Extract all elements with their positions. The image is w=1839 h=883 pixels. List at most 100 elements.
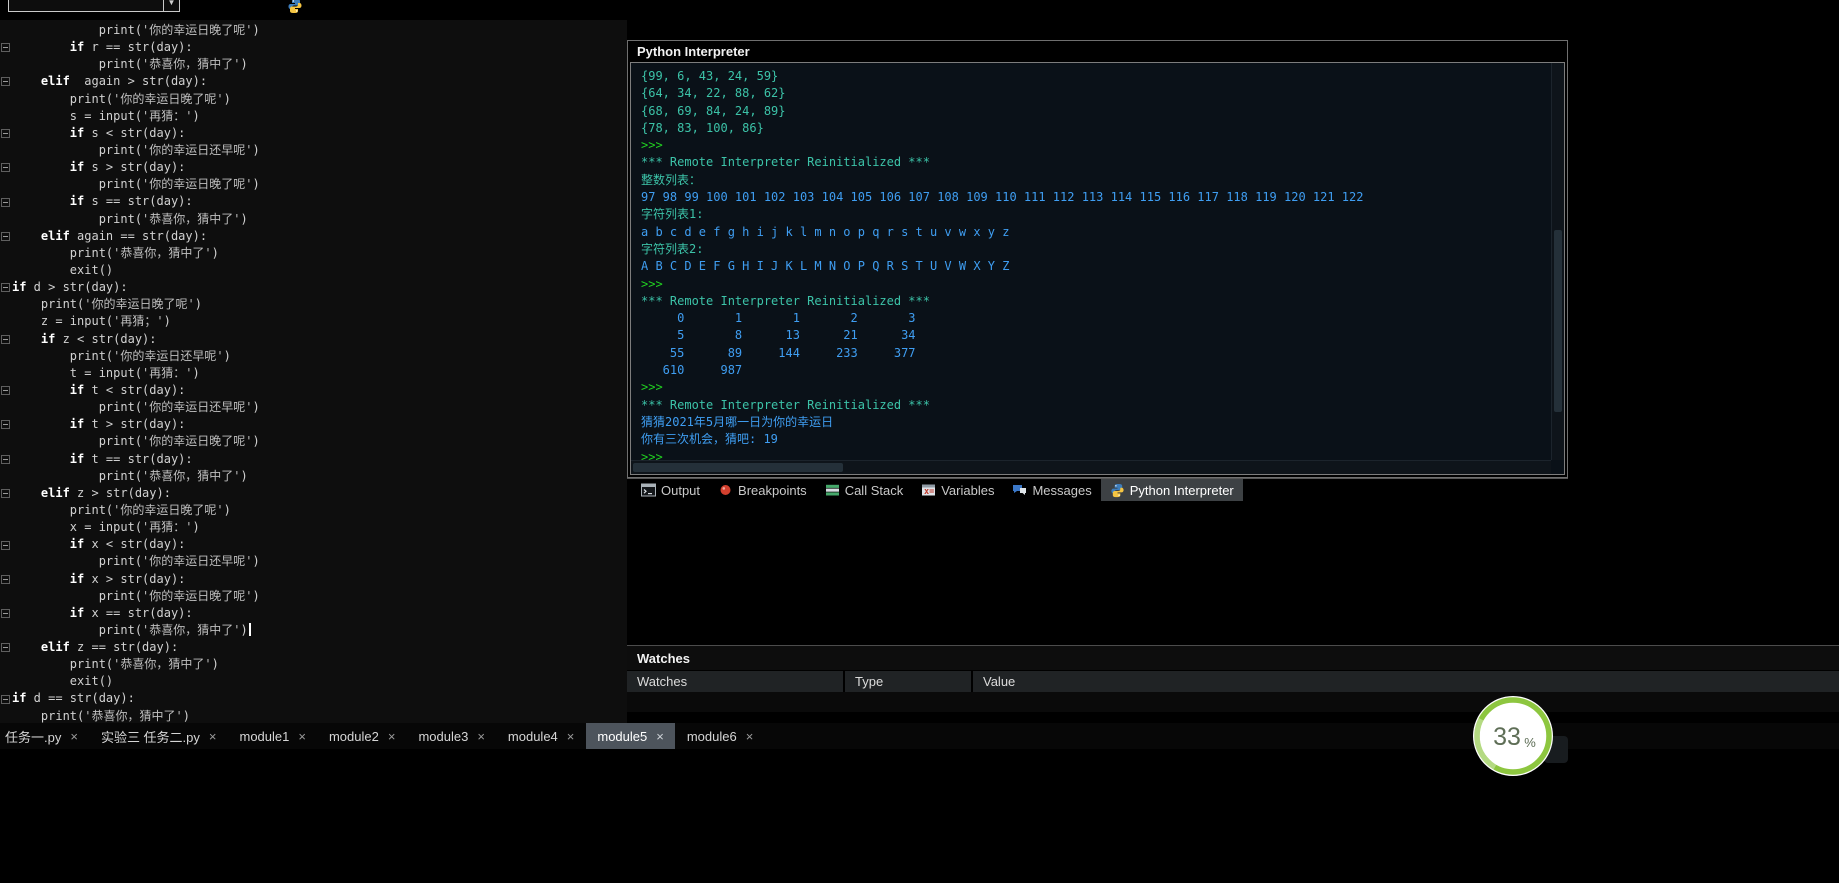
code-line: if r == str(day): <box>69 40 193 55</box>
code-line: if d > str(day): <box>12 280 128 295</box>
file-tab-label: module2 <box>328 728 379 744</box>
close-icon[interactable]: × <box>656 730 664 743</box>
code-line: print('恭喜你，猜中了') <box>12 622 260 639</box>
watches-header-row: Watches Type Value <box>627 671 1839 692</box>
file-tab-module3[interactable]: module3 × <box>407 723 495 749</box>
interpreter-output[interactable]: {99, 6, 43, 24, 59} {64, 34, 22, 88, 62} {… <box>630 62 1565 475</box>
python-interpreter-panel: Python Interpreter {99, 6, 43, 24, 59} {6… <box>627 40 1568 478</box>
code-line: if x < str(day): <box>69 537 186 552</box>
fold-marker[interactable] <box>1 540 10 550</box>
file-tab-module4[interactable]: module4 × <box>497 723 585 749</box>
badge-unit: % <box>1524 735 1536 750</box>
file-tab-py[interactable]: 实验三 任务二.py × <box>90 723 228 749</box>
interpreter-line: *** Remote Interpreter Reinitialized *** <box>641 155 930 170</box>
fold-marker[interactable] <box>1 609 10 619</box>
code-line: print('恭喜你，猜中了') <box>12 708 190 723</box>
code-line: if z < str(day): <box>40 331 157 346</box>
panel-tab-label: Variables <box>941 482 995 498</box>
fold-marker[interactable] <box>1 420 10 430</box>
fold-marker[interactable] <box>1 386 10 396</box>
close-icon[interactable]: × <box>209 730 217 743</box>
code-line: print('你的幸运日晚了呢') <box>12 502 231 517</box>
fold-marker[interactable] <box>1 231 10 241</box>
interpreter-line: 5 8 13 21 34 <box>641 328 916 343</box>
panel-tab-label: Call Stack <box>844 482 904 498</box>
close-icon[interactable]: × <box>567 730 575 743</box>
code-editor[interactable]: print('你的幸运日晚了呢') if r == str(day): prin… <box>0 20 627 723</box>
interpreter-line: A B C D E F G H I J K L M N O P Q R S T … <box>641 259 1010 274</box>
interpreter-line: 猜猜2021年5月哪一日为你的幸运日 <box>641 414 834 429</box>
fold-marker[interactable] <box>1 454 10 464</box>
interpreter-line: {99, 6, 43, 24, 59} <box>641 69 779 83</box>
fold-marker[interactable] <box>1 77 10 87</box>
fold-marker[interactable] <box>1 197 10 207</box>
code-line: elif z == str(day): <box>40 640 179 655</box>
code-line: if s < str(day): <box>69 125 186 140</box>
file-tab-label: 实验三 任务二.py <box>100 729 200 745</box>
fold-marker[interactable] <box>1 283 10 293</box>
fold-marker[interactable] <box>1 643 10 653</box>
code-line: print('恭喜你，猜中了') <box>12 657 219 672</box>
watches-col-value[interactable]: Value <box>973 671 1839 692</box>
fold-gutter <box>0 20 12 723</box>
breakpoint-icon <box>718 483 733 497</box>
fold-marker[interactable] <box>1 694 10 704</box>
close-icon[interactable]: × <box>746 730 754 743</box>
interpreter-line: {64, 34, 22, 88, 62} <box>641 86 786 101</box>
interpreter-line: >>> <box>641 138 670 153</box>
code-line: elif again == str(day): <box>40 228 208 243</box>
file-tab-label: module4 <box>507 728 558 744</box>
file-tab-label: module3 <box>418 728 469 744</box>
file-tab-label: module5 <box>597 728 648 744</box>
fold-marker[interactable] <box>1 574 10 584</box>
fold-marker[interactable] <box>1 334 10 344</box>
fold-marker[interactable] <box>1 489 10 499</box>
panel-tab-variables[interactable]: x= Variables <box>912 479 1003 501</box>
code-line: exit() <box>12 674 114 689</box>
file-tab-module6[interactable]: module6 × <box>676 723 764 749</box>
interpreter-line: 610 987 <box>641 363 743 378</box>
panel-tab-messages[interactable]: Messages <box>1003 479 1100 501</box>
code-line: print('你的幸运日还早呢') <box>12 142 260 157</box>
interpreter-lines: {99, 6, 43, 24, 59} {64, 34, 22, 88, 62} {… <box>641 68 1363 466</box>
interpreter-line: 你有三次机会，猜吧: 19 <box>641 432 778 447</box>
watches-panel-title: Watches <box>627 646 1839 670</box>
code-line: if s > str(day): <box>69 160 186 175</box>
toolbar-dropdown[interactable]: ▼ <box>8 0 180 12</box>
file-tab-module5[interactable]: module5 × <box>586 723 675 749</box>
vertical-scrollbar[interactable] <box>1551 63 1564 460</box>
code-line: z = input('再猜；') <box>12 314 171 329</box>
code-line: print('你的幸运日晚了呢') <box>12 177 260 192</box>
interpreter-line: >>> <box>641 380 670 395</box>
horizontal-scrollbar-thumb[interactable] <box>633 463 843 472</box>
panel-tab-call-stack[interactable]: Call Stack <box>816 479 913 501</box>
file-tab-module2[interactable]: module2 × <box>318 723 406 749</box>
interpreter-line: *** Remote Interpreter Reinitialized *** <box>641 397 930 412</box>
panel-tab-label: Python Interpreter <box>1129 482 1234 498</box>
file-tab-label: module6 <box>686 728 737 744</box>
watches-empty-row[interactable] <box>627 692 1839 712</box>
close-icon[interactable]: × <box>70 730 78 743</box>
file-tab-py[interactable]: 任务一.py × <box>0 723 89 749</box>
close-icon[interactable]: × <box>477 730 485 743</box>
code-line: elif again > str(day): <box>40 74 208 89</box>
vertical-scrollbar-thumb[interactable] <box>1554 229 1562 413</box>
fold-marker[interactable] <box>1 128 10 138</box>
panel-tab-python-interpreter[interactable]: Python Interpreter <box>1100 479 1243 501</box>
fold-marker[interactable] <box>1 43 10 53</box>
close-icon[interactable]: × <box>388 730 396 743</box>
fold-marker[interactable] <box>1 163 10 173</box>
python-logo-icon <box>1110 483 1125 498</box>
horizontal-scrollbar[interactable] <box>631 460 1551 474</box>
watches-col-type[interactable]: Type <box>845 671 973 692</box>
close-icon[interactable]: × <box>298 730 306 743</box>
file-tab-module1[interactable]: module1 × <box>229 723 317 749</box>
code-line: if s == str(day): <box>69 194 193 209</box>
watches-col-watches[interactable]: Watches <box>627 671 845 692</box>
callstack-icon <box>825 483 840 497</box>
code-line: print('你的幸运日晚了呢') <box>12 588 260 603</box>
code-line: print('你的幸运日还早呢') <box>12 348 231 363</box>
panel-tab-output[interactable]: Output <box>632 479 709 501</box>
panel-tab-breakpoints[interactable]: Breakpoints <box>709 479 816 501</box>
file-tab-label: module1 <box>239 728 290 744</box>
